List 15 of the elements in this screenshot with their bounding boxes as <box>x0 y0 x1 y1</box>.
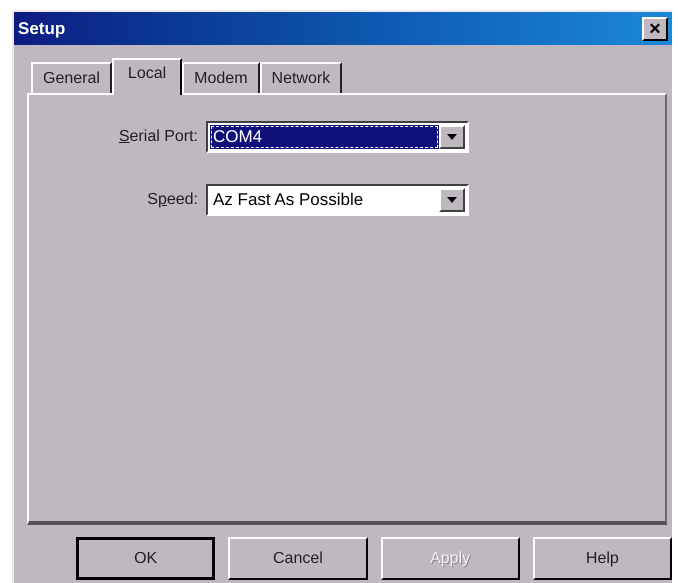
dropdown[interactable]: COM4 <box>206 121 469 153</box>
tab[interactable]: Modem <box>182 62 260 93</box>
tab[interactable]: Local <box>112 58 182 95</box>
field-label: Serial Port: <box>118 127 199 147</box>
dropdown-value: COM4 <box>210 125 439 149</box>
tab[interactable]: Network <box>260 62 342 93</box>
dropdown[interactable]: Az Fast As Possible <box>206 184 469 216</box>
tab[interactable]: General <box>31 62 112 93</box>
close-button[interactable]: × <box>642 16 668 40</box>
window-title: Setup <box>18 18 66 40</box>
dialog-button[interactable]: Cancel <box>228 537 368 580</box>
dropdown-value: Az Fast As Possible <box>212 189 364 212</box>
dialog-button[interactable]: Help <box>532 537 672 580</box>
dialog-button[interactable]: OK <box>76 537 216 580</box>
field-label: Speed: <box>146 190 199 210</box>
